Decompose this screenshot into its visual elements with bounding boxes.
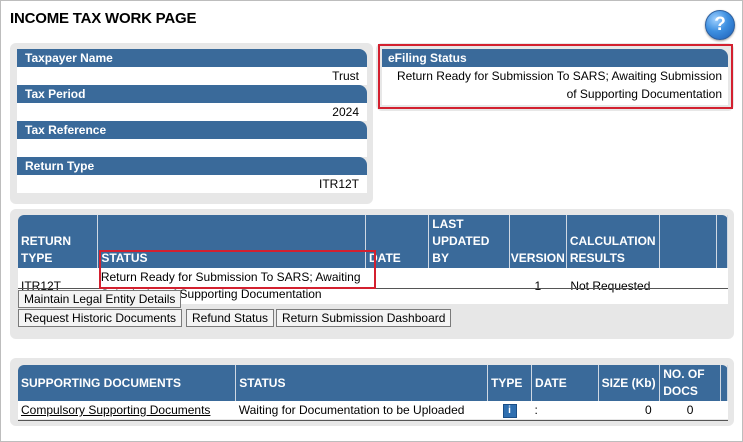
return-version-cell: 1: [509, 268, 567, 304]
compulsory-documents-link[interactable]: Compulsory Supporting Documents: [21, 403, 210, 417]
col-last-updated: LAST UPDATED BY: [428, 215, 510, 268]
supporting-docs-panel: SUPPORTING DOCUMENTS STATUS TYPE DATE SI…: [10, 358, 734, 426]
help-icon[interactable]: ?: [705, 10, 735, 40]
doc-type-cell: i: [487, 401, 532, 419]
col-doc-type: TYPE: [487, 365, 532, 401]
return-submission-dashboard-button[interactable]: Return Submission Dashboard: [276, 309, 452, 327]
maintain-legal-entity-button[interactable]: Maintain Legal Entity Details: [18, 290, 182, 308]
return-calc-cell: Not Requested: [566, 268, 660, 304]
col-doc-status: STATUS: [235, 365, 489, 401]
taxpayer-name-value: Trust: [17, 67, 367, 85]
col-version: VERSION: [509, 215, 567, 268]
return-spacer-cell: [659, 268, 717, 304]
col-doc-size: SIZE (Kb): [598, 365, 661, 401]
tax-reference-value: [17, 139, 367, 157]
info-icon[interactable]: i: [502, 404, 517, 418]
return-status-highlight: [99, 250, 376, 289]
tax-reference-label: Tax Reference: [17, 121, 367, 139]
efiling-highlight: [378, 44, 733, 109]
col-calculation: CALCULATION RESULTS: [566, 215, 660, 268]
doc-end-cell: [720, 401, 728, 419]
col-supporting-documents: SUPPORTING DOCUMENTS: [18, 365, 237, 401]
tax-period-value: 2024: [17, 103, 367, 121]
request-historic-documents-button[interactable]: Request Historic Documents: [18, 309, 183, 327]
taxpayer-name-label: Taxpayer Name: [17, 49, 367, 67]
return-updated-cell: [428, 268, 510, 304]
return-type-label: Return Type: [17, 157, 367, 175]
supporting-docs-table: SUPPORTING DOCUMENTS STATUS TYPE DATE SI…: [18, 365, 728, 419]
row-divider: [18, 420, 728, 421]
doc-count-cell: 0: [659, 401, 721, 419]
col-doc-date: DATE: [531, 365, 599, 401]
col-doc-end: [720, 365, 728, 401]
table-row: Compulsory Supporting Documents Waiting …: [18, 401, 728, 419]
doc-size-cell: 0: [598, 401, 660, 419]
tax-period-label: Tax Period: [17, 85, 367, 103]
return-end-cell: [716, 268, 728, 304]
page-title: INCOME TAX WORK PAGE: [10, 10, 197, 27]
return-type-value: ITR12T: [17, 175, 367, 193]
col-return-type: RETURN TYPE: [18, 215, 99, 268]
refund-status-button[interactable]: Refund Status: [186, 309, 275, 327]
taxpayer-panel: Taxpayer Name Trust Tax Period 2024 Tax …: [10, 43, 373, 204]
col-doc-count: NO. OF DOCS: [659, 365, 721, 401]
col-spacer: [659, 215, 718, 268]
doc-status-cell: Waiting for Documentation to be Uploaded: [235, 401, 488, 419]
doc-date-cell: :: [531, 401, 599, 419]
col-end: [716, 215, 728, 268]
